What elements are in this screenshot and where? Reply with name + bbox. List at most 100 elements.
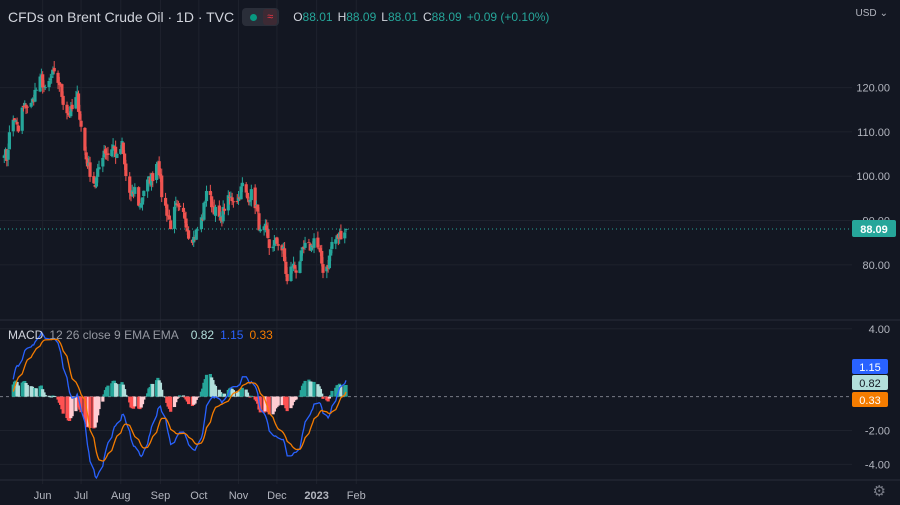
macd-histogram-bar bbox=[61, 396, 65, 414]
candle-body bbox=[249, 189, 253, 201]
candle-body bbox=[339, 230, 343, 240]
candle-body bbox=[343, 232, 347, 239]
x-tick-label: 2023 bbox=[304, 490, 328, 502]
candle-body bbox=[276, 244, 280, 246]
signal-value-label: 0.33 bbox=[859, 395, 880, 407]
candle-body bbox=[194, 229, 198, 240]
price-tick-label: 80.00 bbox=[862, 260, 890, 272]
x-tick-label: Jun bbox=[34, 490, 52, 502]
symbol-title[interactable]: CFDs on Brent Crude Oil · 1D · TVC bbox=[8, 9, 234, 25]
macd-histogram-bar bbox=[178, 395, 182, 397]
macd-histogram-bar bbox=[187, 396, 191, 405]
candle-body bbox=[330, 241, 334, 249]
macd-histogram-bar bbox=[222, 393, 227, 397]
low-value: 88.01 bbox=[387, 10, 418, 24]
candle-body bbox=[303, 242, 307, 248]
candle-body bbox=[169, 220, 173, 230]
candle-body bbox=[115, 153, 119, 158]
x-tick-label: Oct bbox=[190, 490, 207, 502]
macd-histogram-bar bbox=[169, 396, 173, 412]
candle-body bbox=[321, 264, 325, 273]
macd-line-value: 1.15 bbox=[220, 328, 244, 342]
macd-histogram-bar bbox=[321, 396, 325, 399]
candle-body bbox=[79, 120, 83, 127]
x-tick-label: Jul bbox=[74, 490, 88, 502]
chart-header: CFDs on Brent Crude Oil · 1D · TVC ≈ O 88… bbox=[8, 6, 549, 28]
candle-body bbox=[61, 95, 65, 105]
macd-histogram-bar bbox=[101, 396, 105, 402]
wave-icon[interactable]: ≈ bbox=[263, 9, 278, 25]
eye-dot-icon[interactable] bbox=[250, 13, 258, 21]
candle-body bbox=[34, 89, 38, 91]
chart-canvas[interactable]: JunJulAugSepOctNovDec2023Feb80.0090.0010… bbox=[0, 0, 900, 505]
macd-histogram-bar bbox=[204, 374, 209, 397]
currency-selector[interactable]: USD ⌄ bbox=[855, 8, 888, 19]
open-label: O bbox=[293, 10, 303, 24]
x-tick-label: Aug bbox=[111, 490, 131, 502]
candle-body bbox=[240, 182, 244, 187]
candle-body bbox=[29, 102, 33, 107]
candle-body bbox=[266, 229, 270, 239]
macd-histogram-bar bbox=[240, 387, 244, 397]
price-tick-label: 100.00 bbox=[856, 171, 890, 183]
low-label: L bbox=[381, 10, 388, 24]
candle-body bbox=[43, 87, 47, 89]
chart-background bbox=[0, 0, 900, 505]
candle-body bbox=[195, 229, 200, 231]
macd-tick-label: -4.00 bbox=[865, 459, 890, 471]
candle-body bbox=[97, 167, 101, 170]
price-tick-label: 120.00 bbox=[856, 83, 890, 95]
price-tick-label: 110.00 bbox=[857, 127, 890, 139]
x-tick-label: Feb bbox=[347, 490, 366, 502]
macd-histogram-bar bbox=[160, 389, 164, 397]
candle-body bbox=[187, 230, 191, 239]
macd-legend[interactable]: MACD 12 26 close 9 EMA EMA 0.82 1.15 0.3… bbox=[8, 328, 273, 342]
candle-body bbox=[106, 153, 110, 155]
macd-signal-value: 0.33 bbox=[249, 328, 273, 342]
close-value: 88.09 bbox=[431, 10, 462, 24]
candle-body bbox=[6, 150, 10, 160]
high-label: H bbox=[337, 10, 347, 24]
change-value: +0.09 (+0.10%) bbox=[466, 10, 550, 24]
macd-histogram-bar bbox=[276, 396, 280, 406]
high-value: 88.09 bbox=[346, 10, 377, 24]
candle-body bbox=[52, 67, 56, 72]
gear-icon[interactable]: ⚙ bbox=[873, 482, 886, 500]
macd-histogram-bar bbox=[16, 385, 20, 397]
candle-body bbox=[88, 162, 92, 177]
candle-body bbox=[124, 163, 128, 177]
macd-histogram-bar bbox=[303, 380, 307, 397]
x-tick-label: Sep bbox=[151, 490, 171, 502]
macd-name: MACD bbox=[8, 328, 44, 342]
candle-body bbox=[133, 187, 137, 194]
macd-histogram-bar bbox=[181, 395, 186, 397]
candle-body bbox=[70, 104, 74, 110]
candle-body bbox=[178, 205, 182, 207]
candle-body bbox=[267, 239, 271, 249]
macd-histogram-bar bbox=[249, 395, 253, 397]
candle-body bbox=[137, 187, 141, 206]
macd-params: 12 26 close 9 EMA EMA bbox=[49, 328, 179, 342]
macd-value-label: 1.15 bbox=[859, 362, 880, 374]
candle-body bbox=[213, 206, 218, 216]
x-tick-label: Nov bbox=[229, 490, 249, 502]
candle-body bbox=[167, 215, 171, 220]
macd-histogram-bar bbox=[213, 385, 218, 397]
candle-body bbox=[312, 238, 316, 248]
candle-body bbox=[285, 274, 289, 282]
macd-histogram-bar bbox=[115, 384, 119, 397]
macd-histogram-bar bbox=[70, 396, 74, 417]
candle-body bbox=[204, 190, 209, 202]
candle-body bbox=[151, 173, 155, 182]
last-price-label: 88.09 bbox=[860, 224, 888, 236]
x-tick-label: Dec bbox=[267, 490, 287, 502]
candle-body bbox=[231, 201, 235, 203]
candle-body bbox=[160, 175, 164, 198]
visibility-toggle[interactable]: ≈ bbox=[242, 8, 280, 26]
chevron-down-icon: ⌄ bbox=[879, 8, 888, 19]
macd-tick-label: 4.00 bbox=[869, 324, 890, 336]
macd-histogram-bar bbox=[312, 381, 316, 397]
candle-body bbox=[7, 132, 11, 150]
candle-body bbox=[298, 261, 302, 273]
macd-histogram-bar bbox=[330, 390, 334, 397]
